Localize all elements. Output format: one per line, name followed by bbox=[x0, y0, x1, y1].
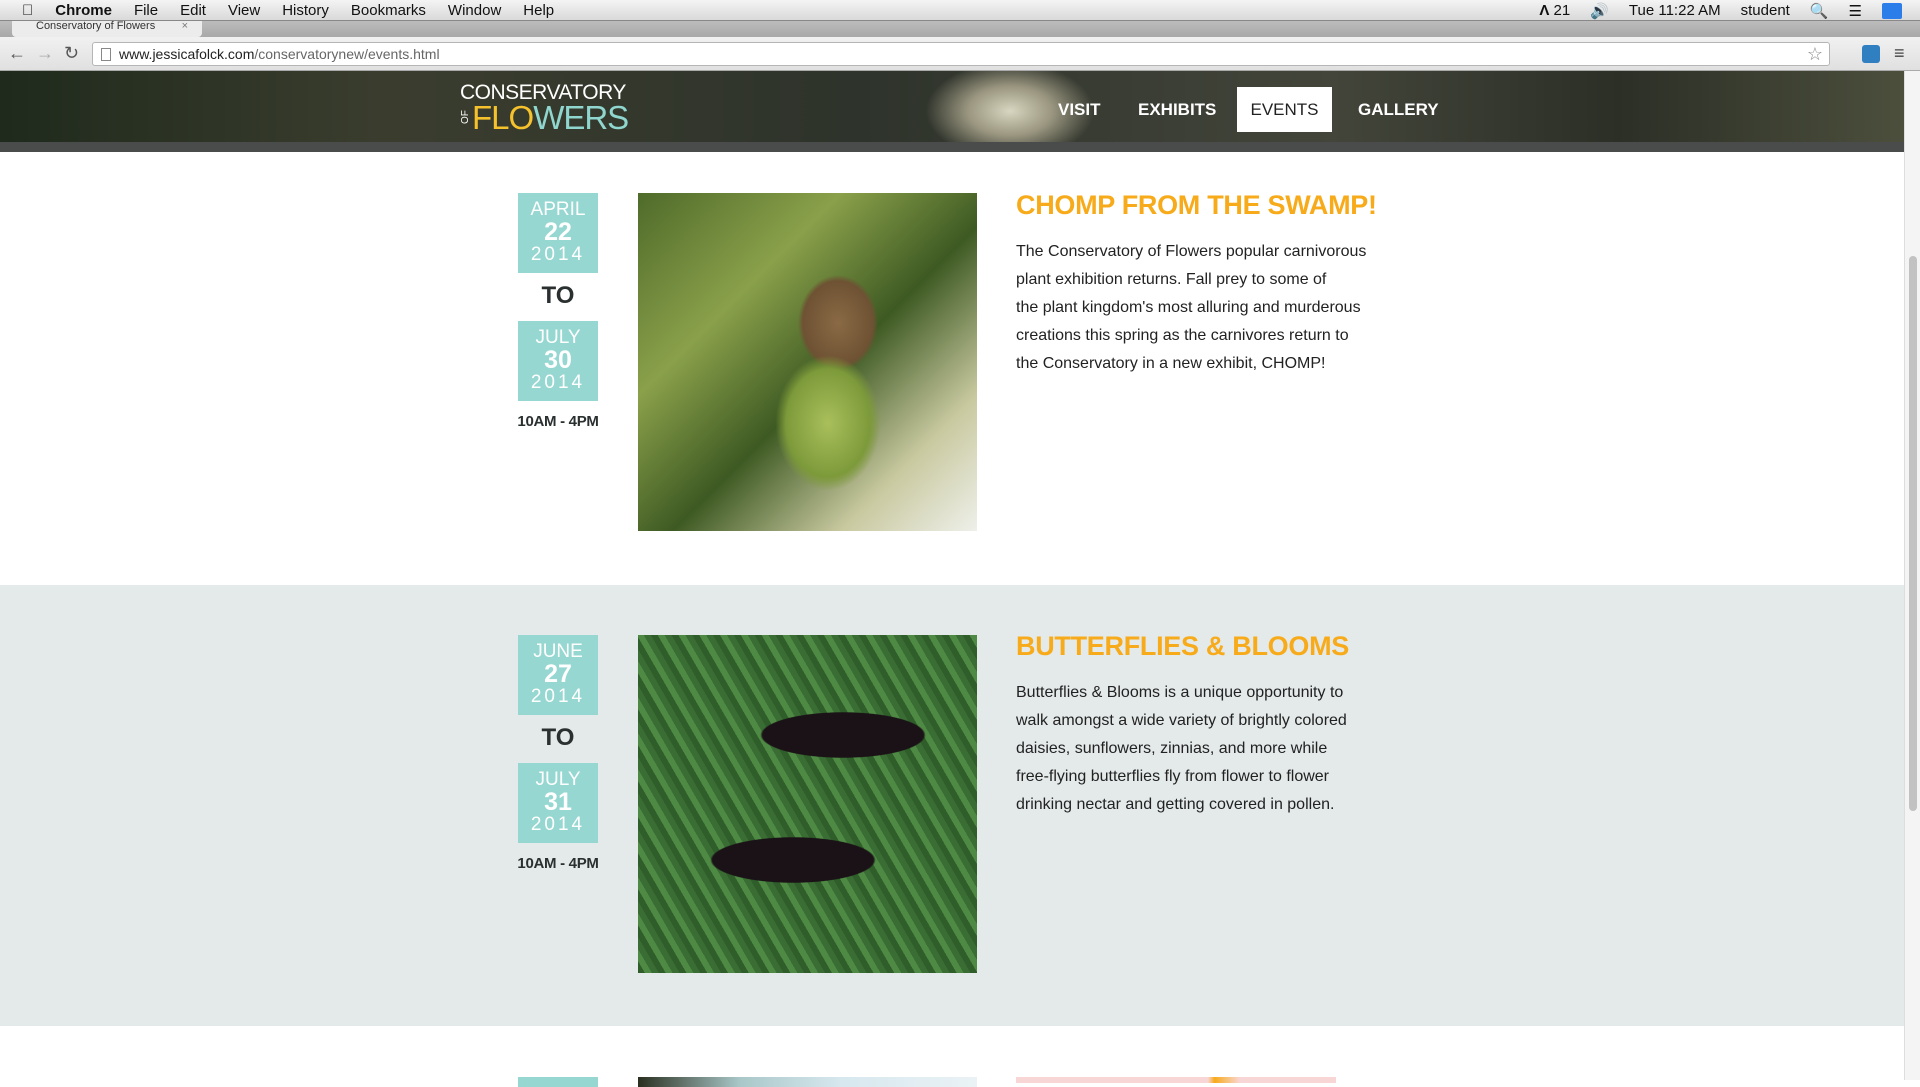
menu-edit[interactable]: Edit bbox=[180, 2, 206, 19]
mac-menubar:  Chrome File Edit View History Bookmark… bbox=[0, 0, 1920, 21]
start-day: 22 bbox=[544, 218, 572, 246]
start-date-box: APRIL 22 2014 bbox=[518, 193, 598, 273]
event-row bbox=[0, 1026, 1904, 1087]
apple-icon[interactable]:  bbox=[22, 2, 33, 19]
site-logo[interactable]: CONSERVATORY OF FLOWERS bbox=[460, 82, 629, 136]
logo-of: OF bbox=[460, 110, 471, 124]
menu-bookmarks[interactable]: Bookmarks bbox=[351, 2, 426, 19]
desc-line: walk amongst a wide variety of brightly … bbox=[1016, 712, 1347, 729]
clock[interactable]: Tue 11:22 AM bbox=[1629, 2, 1721, 19]
start-date-box: JUNE 27 2014 bbox=[518, 635, 598, 715]
event-description: The Conservatory of Flowers popular carn… bbox=[1016, 238, 1396, 378]
event-image bbox=[638, 1077, 977, 1087]
event-title: CHOMP FROM THE SWAMP! bbox=[1016, 190, 1377, 220]
menu-view[interactable]: View bbox=[228, 2, 260, 19]
vertical-scrollbar[interactable] bbox=[1904, 71, 1920, 1080]
volume-icon[interactable]: 🔊 bbox=[1590, 2, 1609, 20]
menu-help[interactable]: Help bbox=[523, 2, 554, 19]
url-domain: www.jessicafolck.com bbox=[119, 46, 255, 62]
close-tab-icon[interactable]: × bbox=[182, 21, 188, 32]
nav-events[interactable]: EVENTS bbox=[1237, 87, 1332, 132]
browser-tab[interactable]: Conservatory of Flowers × bbox=[12, 21, 202, 37]
spotlight-icon[interactable]: 🔍 bbox=[1810, 2, 1829, 20]
menu-chrome[interactable]: Chrome bbox=[55, 2, 112, 19]
user-menu[interactable]: student bbox=[1741, 2, 1790, 19]
back-icon[interactable]: ← bbox=[8, 43, 26, 64]
nav-exhibits[interactable]: EXHIBITS bbox=[1124, 87, 1230, 132]
nav-gallery[interactable]: GALLERY bbox=[1344, 87, 1453, 132]
to-label: TO bbox=[541, 724, 575, 751]
header-background-image bbox=[0, 71, 1904, 142]
fullscreen-exit-icon[interactable] bbox=[1882, 2, 1902, 19]
logo-flo: FLO bbox=[472, 99, 534, 136]
start-year: 2014 bbox=[530, 686, 586, 707]
event-title bbox=[1016, 1077, 1336, 1083]
end-month: JULY bbox=[535, 327, 581, 348]
adobe-count: 21 bbox=[1553, 2, 1571, 19]
reload-icon[interactable]: ↻ bbox=[64, 43, 79, 64]
logo-wers: WERS bbox=[533, 99, 629, 136]
event-time: 10AM - 4PM bbox=[517, 855, 599, 872]
url-path: /conservatorynew/events.html bbox=[254, 46, 440, 62]
event-row: JUNE 27 2014 TO JULY 31 2014 10AM - 4PM … bbox=[0, 585, 1904, 1026]
site-header: CONSERVATORY OF FLOWERS VISIT EXHIBITS EV… bbox=[0, 71, 1904, 152]
desc-line: free-flying butterflies fly from flower … bbox=[1016, 768, 1329, 785]
desc-line: creations this spring as the carnivores … bbox=[1016, 327, 1349, 344]
extension-icon[interactable] bbox=[1862, 45, 1880, 63]
desc-line: the Conservatory in a new exhibit, CHOMP… bbox=[1016, 355, 1326, 372]
scrollbar-thumb[interactable] bbox=[1909, 256, 1917, 811]
tab-title: Conservatory of Flowers bbox=[36, 21, 156, 32]
pitcher-plant-image bbox=[638, 193, 977, 531]
desc-line: daisies, sunflowers, zinnias, and more w… bbox=[1016, 740, 1328, 757]
menu-history[interactable]: History bbox=[282, 2, 329, 19]
event-title: BUTTERFLIES & BLOOMS bbox=[1016, 631, 1349, 661]
start-day: 27 bbox=[544, 660, 572, 688]
desc-line: plant exhibition returns. Fall prey to s… bbox=[1016, 271, 1327, 288]
start-year: 2014 bbox=[530, 244, 586, 265]
chrome-menu-icon[interactable]: ≡ bbox=[1894, 43, 1905, 64]
end-year: 2014 bbox=[530, 814, 586, 835]
adobe-updater[interactable]: Λ 21 bbox=[1539, 2, 1570, 19]
butterflies-image bbox=[638, 635, 977, 973]
end-date-box: JULY 31 2014 bbox=[518, 763, 598, 843]
desc-line: Butterflies & Blooms is a unique opportu… bbox=[1016, 684, 1344, 701]
start-month: JUNE bbox=[533, 641, 583, 662]
menu-window[interactable]: Window bbox=[448, 2, 501, 19]
end-month: JULY bbox=[535, 769, 581, 790]
end-day: 30 bbox=[544, 346, 572, 374]
page-icon bbox=[101, 48, 111, 61]
end-date-box: JULY 30 2014 bbox=[518, 321, 598, 401]
menu-file[interactable]: File bbox=[134, 2, 158, 19]
tab-strip: Conservatory of Flowers × bbox=[0, 21, 1920, 37]
address-bar[interactable]: www.jessicafolck.com/conservatorynew/eve… bbox=[92, 42, 1830, 66]
browser-toolbar: ← → ↻ www.jessicafolck.com/conservatoryn… bbox=[0, 37, 1920, 71]
nav-visit[interactable]: VISIT bbox=[1044, 87, 1115, 132]
to-label: TO bbox=[541, 282, 575, 309]
event-description: Butterflies & Blooms is a unique opportu… bbox=[1016, 679, 1396, 819]
event-row: APRIL 22 2014 TO JULY 30 2014 10AM - 4PM… bbox=[0, 152, 1904, 585]
start-date-box bbox=[518, 1077, 598, 1087]
event-time: 10AM - 4PM bbox=[517, 413, 599, 430]
adobe-icon: Λ bbox=[1539, 2, 1550, 19]
notification-list-icon[interactable]: ☰ bbox=[1849, 2, 1862, 20]
end-year: 2014 bbox=[530, 372, 586, 393]
start-month: APRIL bbox=[530, 199, 586, 220]
desc-line: The Conservatory of Flowers popular carn… bbox=[1016, 243, 1367, 260]
desc-line: drinking nectar and getting covered in p… bbox=[1016, 796, 1335, 813]
forward-icon[interactable]: → bbox=[36, 43, 54, 64]
desc-line: the plant kingdom's most alluring and mu… bbox=[1016, 299, 1361, 316]
end-day: 31 bbox=[544, 788, 572, 816]
bookmark-star-icon[interactable]: ☆ bbox=[1807, 43, 1823, 65]
